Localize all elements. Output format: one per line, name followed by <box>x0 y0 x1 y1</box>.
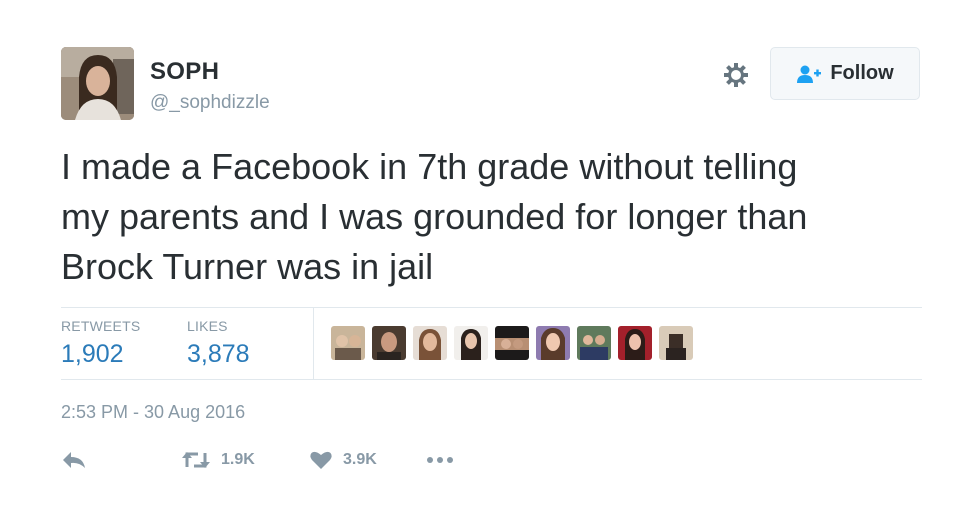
more-button[interactable] <box>425 455 455 465</box>
liker-avatar[interactable] <box>577 326 611 360</box>
likes-count: 3,878 <box>187 340 250 368</box>
reply-button[interactable] <box>61 450 181 470</box>
tweet-line: Brock Turner was in jail <box>61 246 434 287</box>
likes-label: LIKES <box>187 318 228 334</box>
retweets-count: 1,902 <box>61 340 124 368</box>
user-handle[interactable]: @_sophdizzle <box>150 92 270 114</box>
liker-avatar[interactable] <box>331 326 365 360</box>
avatar[interactable] <box>61 47 134 120</box>
liker-avatar[interactable] <box>536 326 570 360</box>
retweet-icon <box>182 452 210 468</box>
divider <box>61 379 922 380</box>
likes-stat[interactable]: LIKES 3,878 <box>187 318 250 369</box>
divider <box>313 308 314 379</box>
reply-icon <box>63 452 85 468</box>
divider <box>61 307 922 308</box>
liker-avatar[interactable] <box>659 326 693 360</box>
liker-avatar[interactable] <box>372 326 406 360</box>
retweets-stat[interactable]: RETWEETS 1,902 <box>61 318 140 369</box>
follow-label: Follow <box>830 62 894 84</box>
like-count: 3.9K <box>343 451 377 468</box>
add-user-icon <box>797 65 822 83</box>
liker-avatar[interactable] <box>413 326 447 360</box>
liker-avatars <box>331 326 693 360</box>
retweets-label: RETWEETS <box>61 318 141 334</box>
tweet-text: I made a Facebook in 7th grade without t… <box>61 142 941 292</box>
retweet-count: 1.9K <box>221 451 255 468</box>
tweet-line: I made a Facebook in 7th grade without t… <box>61 146 798 187</box>
like-button[interactable]: 3.9K <box>309 450 425 470</box>
more-icon <box>427 457 453 463</box>
tweet-actions: 1.9K 3.9K <box>61 450 455 470</box>
liker-avatar[interactable] <box>454 326 488 360</box>
follow-button[interactable]: Follow <box>770 47 920 100</box>
liker-avatar[interactable] <box>495 326 529 360</box>
gear-icon[interactable] <box>722 61 750 89</box>
tweet-line: my parents and I was grounded for longer… <box>61 196 808 237</box>
display-name[interactable]: SOPH <box>150 58 219 86</box>
heart-icon <box>310 451 332 469</box>
retweet-button[interactable]: 1.9K <box>181 450 309 470</box>
liker-avatar[interactable] <box>618 326 652 360</box>
tweet-timestamp[interactable]: 2:53 PM - 30 Aug 2016 <box>61 402 245 423</box>
